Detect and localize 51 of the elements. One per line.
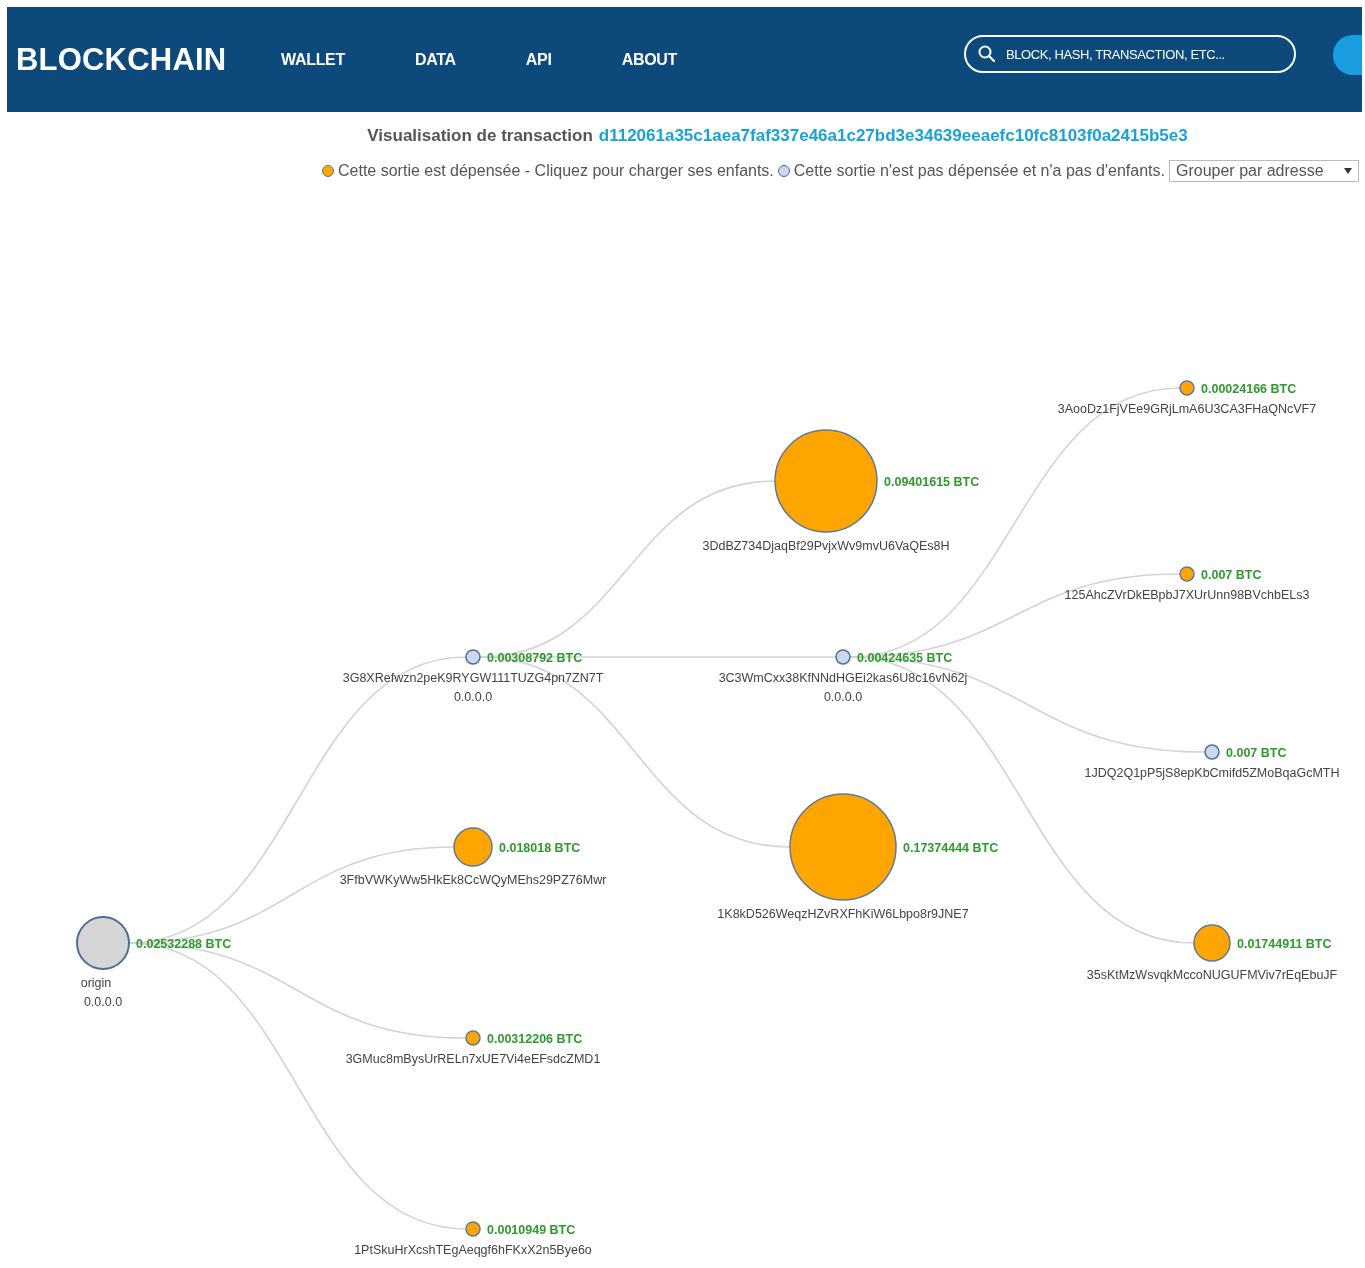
ip-label: 0.0.0.0 (453, 690, 493, 704)
address-label: 3GMuc8mBysUrRELn7xUE7Vi4eEFsdcZMD1 (345, 1052, 601, 1066)
output-node[interactable] (1179, 380, 1195, 396)
output-node[interactable] (1179, 566, 1195, 582)
address-label: 1K8kD526WeqzHZvRXFhKiW6Lbpo8r9JNE7 (717, 907, 969, 921)
legend-text: Cette sortie n'est pas dépensée et n'a pas d'enfants. (793, 162, 1165, 180)
nav-link[interactable]: ABOUT (621, 50, 677, 69)
amount-label: 0.007 BTC (1226, 745, 1287, 760)
group-dropdown[interactable]: Grouper par adresse (1169, 160, 1359, 182)
output-node[interactable] (789, 793, 897, 901)
amount-label: 0.02532288 BTC (136, 936, 232, 951)
output-node[interactable] (774, 429, 878, 533)
amount-label: 0.00312206 BTC (487, 1031, 583, 1046)
output-node[interactable] (76, 916, 130, 970)
address-label: 1PtSkuHrXcshTEgAeqgf6hFKxX2n5Bye6o (354, 1243, 592, 1257)
address-label: 3FfbVWKyWw5HkEk8CcWQyMEhs29PZ76Mwr (339, 873, 607, 887)
output-node[interactable] (835, 649, 851, 665)
address-label: 3C3WmCxx38KfNNdHGEi2kas6U8c16vN62j (718, 671, 968, 685)
amount-label: 0.00024166 BTC (1201, 381, 1297, 396)
search-icon (978, 45, 996, 63)
output-node[interactable] (465, 649, 481, 665)
ip-label: 0.0.0.0 (83, 995, 123, 1009)
logo[interactable]: BLOCKCHAIN (16, 41, 281, 78)
amount-label: 0.01744911 BTC (1237, 936, 1332, 951)
output-node[interactable] (453, 827, 493, 867)
address-label: 3AooDz1FjVEe9GRjLmA6U3CA3FHaQNcVF7 (1057, 402, 1317, 416)
nav-link[interactable]: API (525, 50, 552, 69)
amount-label: 0.018018 BTC (499, 840, 581, 855)
amount-label: 0.007 BTC (1201, 567, 1262, 582)
origin-label: origin (80, 976, 112, 990)
amount-label: 0.00308792 BTC (487, 650, 583, 665)
page-title: Visualisation de transaction (367, 126, 593, 146)
amount-label: 0.0010949 BTC (487, 1222, 576, 1237)
address-label: 35sKtMzWsvqkMccoNUGUFMViv7rEqEbuJF (1086, 968, 1338, 982)
address-label: 3DdBZ734DjaqBf29PvjxWv9mvU6VaQEs8H (702, 539, 950, 553)
ip-label: 0.0.0.0 (823, 690, 863, 704)
output-node[interactable] (465, 1221, 481, 1237)
amount-label: 0.00424635 BTC (857, 650, 953, 665)
legend-text: Cette sortie est dépensée - Cliquez pour charger ses enfants. (338, 162, 774, 180)
address-label: 3G8XRefwzn2peK9RYGW111TUZG4pn7ZN7T (342, 671, 604, 685)
caret-icon (1344, 168, 1352, 174)
output-node[interactable] (465, 1030, 481, 1046)
output-node[interactable] (1204, 744, 1220, 760)
output-node[interactable] (1193, 924, 1231, 962)
address-label: 125AhcZVrDkEBpbJ7XUrUnn98BVchbELs3 (1064, 588, 1310, 602)
amount-label: 0.17374444 BTC (903, 840, 999, 855)
amount-label: 0.09401615 BTC (884, 474, 980, 489)
nav-link[interactable]: WALLET (281, 50, 345, 69)
address-label: 1JDQ2Q1pP5jS8epKbCmifd5ZMoBqaGcMTH (1084, 766, 1340, 780)
nav-link[interactable]: DATA (414, 50, 456, 69)
search-field[interactable]: BLOCK, HASH, TRANSACTION, ETC... (964, 35, 1296, 73)
